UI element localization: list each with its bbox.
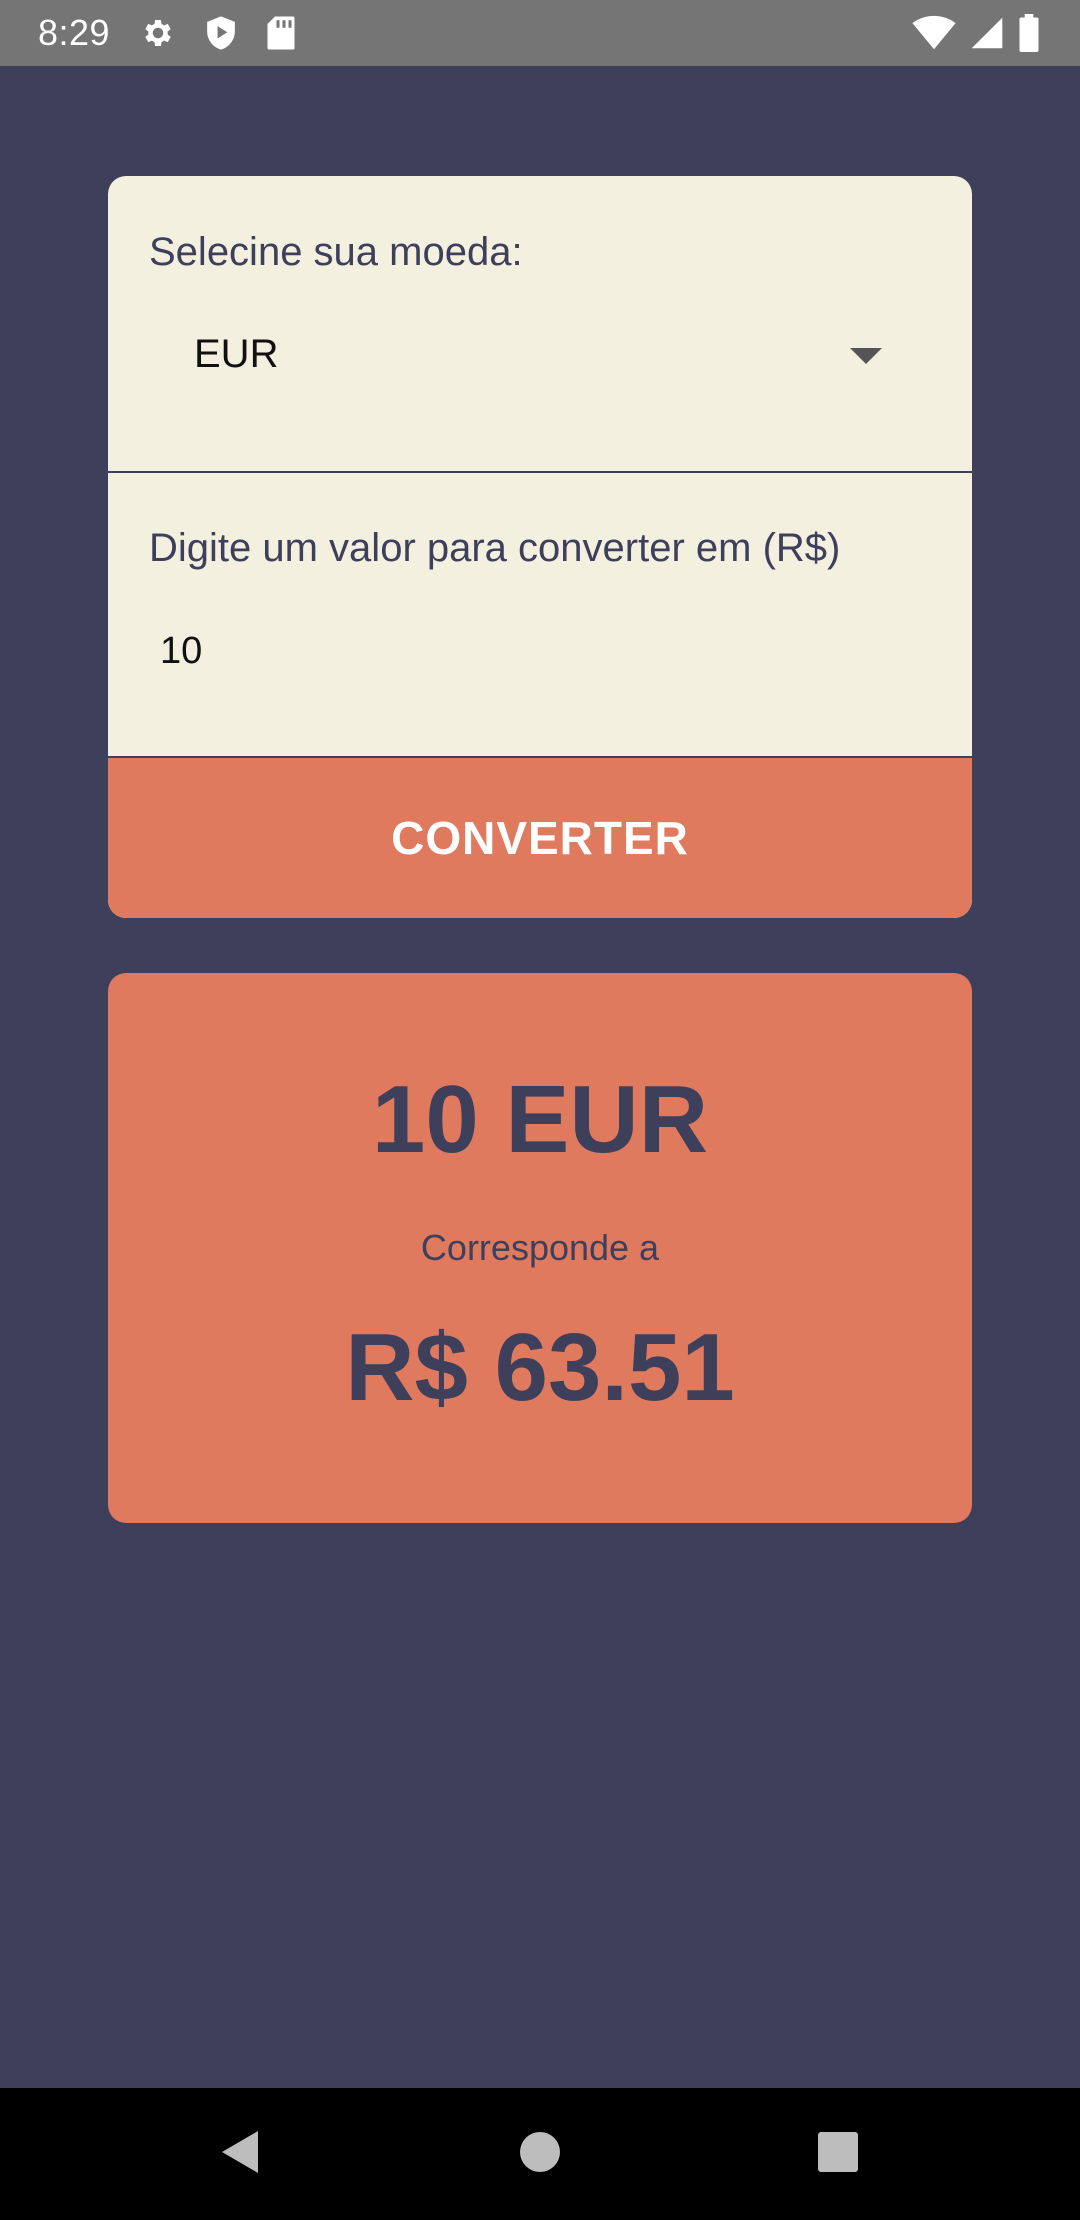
back-triangle-icon — [220, 2129, 260, 2180]
currency-select-value[interactable]: EUR — [194, 332, 278, 377]
amount-input-label: Digite um valor para converter em (R$) — [149, 526, 841, 570]
status-bar: 8:29 — [0, 0, 1080, 66]
back-button[interactable] — [180, 2088, 300, 2220]
signal-icon — [970, 15, 1004, 51]
currency-select-label: Selecine sua moeda: — [149, 230, 523, 274]
status-right-icons — [912, 0, 1040, 66]
converter-card: Selecine sua moeda: EUR Digite um valor … — [108, 176, 972, 918]
battery-icon — [1018, 14, 1040, 52]
home-circle-icon — [519, 2131, 561, 2178]
caret-down-icon[interactable] — [850, 348, 882, 369]
gear-icon — [140, 15, 176, 51]
navigation-bar — [0, 2088, 1080, 2220]
result-converted-amount: R$ 63.51 — [345, 1314, 735, 1421]
status-left-icons — [140, 15, 296, 51]
result-subtitle: Corresponde a — [420, 1227, 660, 1268]
recents-square-icon — [817, 2131, 859, 2178]
shield-play-icon — [204, 15, 238, 51]
result-card: 10 EUR Corresponde a R$ 63.51 — [108, 973, 972, 1523]
status-time: 8:29 — [38, 12, 111, 53]
convert-button[interactable]: CONVERTER — [108, 758, 972, 918]
recents-button[interactable] — [778, 2088, 898, 2220]
result-source-amount: 10 EUR — [371, 1066, 709, 1173]
amount-input[interactable] — [160, 616, 920, 686]
sd-card-icon — [266, 15, 296, 51]
divider — [108, 471, 972, 473]
wifi-icon — [912, 15, 956, 51]
home-button[interactable] — [480, 2088, 600, 2220]
